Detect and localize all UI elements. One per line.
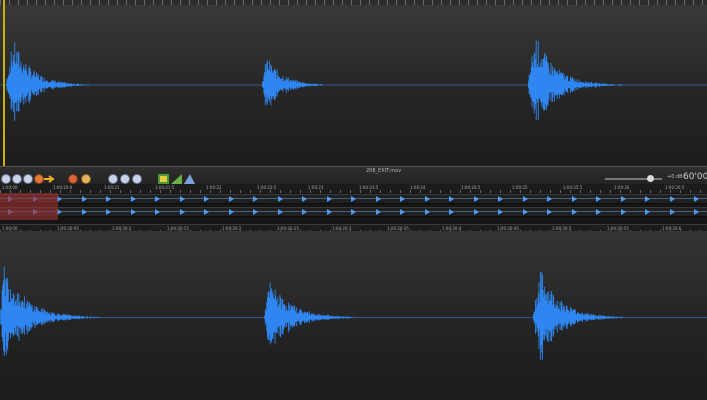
marker-arrow[interactable]: [155, 196, 160, 202]
marker-arrow[interactable]: [228, 209, 234, 215]
marker-arrow[interactable]: [326, 196, 332, 202]
marker-arrow[interactable]: [449, 209, 454, 215]
marker-arrow[interactable]: [351, 209, 356, 215]
marker-orange-icon[interactable]: [81, 174, 91, 184]
marker-arrow[interactable]: [302, 196, 307, 202]
marker-arrow[interactable]: [522, 209, 528, 215]
marker-arrow[interactable]: [694, 209, 699, 215]
marker-arrow[interactable]: [277, 209, 283, 215]
zoom-label: 60'00": [683, 172, 707, 182]
ruler-tick-label: 1:00:21:5: [155, 185, 175, 190]
marker-arrow[interactable]: [253, 196, 258, 202]
marker-arrow[interactable]: [400, 196, 405, 202]
marker-arrow[interactable]: [694, 196, 699, 202]
marker-arrow[interactable]: [204, 209, 209, 215]
marker-arrow[interactable]: [81, 196, 87, 202]
marker-arrow[interactable]: [375, 196, 381, 202]
marker-arrow[interactable]: [130, 196, 136, 202]
ruler-tick-label: 1:00:24: [410, 185, 426, 190]
marker-arrow[interactable]: [130, 209, 136, 215]
marker-arrow[interactable]: [669, 209, 675, 215]
marker-arrow[interactable]: [620, 209, 626, 215]
marker-arrow[interactable]: [424, 196, 430, 202]
marker-arrow[interactable]: [547, 196, 552, 202]
marker-arrow[interactable]: [669, 196, 675, 202]
level-icon[interactable]: [171, 174, 182, 184]
marker-arrow[interactable]: [204, 196, 209, 202]
marker-arrow[interactable]: [155, 209, 160, 215]
waveform-overview[interactable]: [0, 0, 707, 166]
selection-region[interactable]: [0, 193, 58, 220]
marker-arrow[interactable]: [302, 209, 307, 215]
marker-arrow[interactable]: [81, 209, 87, 215]
gain-label: +0 dB: [667, 174, 683, 180]
marker-arrow[interactable]: [253, 209, 258, 215]
waveform-top: [0, 40, 707, 121]
marker-track-1[interactable]: [0, 194, 707, 204]
ruler-tick-label: 1:00:23:5: [359, 185, 379, 190]
marker-arrow[interactable]: [277, 196, 283, 202]
record-icon[interactable]: [34, 174, 44, 184]
marker-arrow[interactable]: [400, 209, 405, 215]
marker-arrow[interactable]: [228, 196, 234, 202]
playhead-cursor[interactable]: [3, 0, 5, 166]
marker-arrow[interactable]: [498, 209, 503, 215]
ruler-tick-label: 1:00:26:5: [665, 185, 685, 190]
marker-tracks[interactable]: [0, 193, 707, 224]
zoom-fit-icon[interactable]: [132, 174, 142, 184]
marker-arrow[interactable]: [473, 196, 479, 202]
marker-arrow[interactable]: [522, 196, 528, 202]
marker-arrow[interactable]: [620, 196, 626, 202]
marker-arrow[interactable]: [106, 209, 111, 215]
marker-arrow[interactable]: [449, 196, 454, 202]
ruler-tick-label: 1:00:26: [614, 185, 630, 190]
marker-red-icon[interactable]: [68, 174, 78, 184]
waveform-bottom: [0, 266, 707, 361]
marker-arrow[interactable]: [498, 196, 503, 202]
zoom-in-icon[interactable]: [108, 174, 118, 184]
marker-arrow[interactable]: [571, 196, 577, 202]
marker-arrow[interactable]: [596, 209, 601, 215]
meter-icon[interactable]: [184, 174, 195, 184]
marker-arrow[interactable]: [351, 196, 356, 202]
marker-arrow[interactable]: [326, 209, 332, 215]
marker-arrow[interactable]: [179, 209, 185, 215]
marker-arrow[interactable]: [106, 196, 111, 202]
file-name: 208_EXIT.mov: [366, 168, 402, 174]
marker-arrow[interactable]: [179, 196, 185, 202]
gain-slider-knob[interactable]: [647, 175, 654, 182]
spectrum-icon[interactable]: [158, 174, 169, 184]
pause-icon[interactable]: [23, 174, 33, 184]
marker-arrow[interactable]: [547, 209, 552, 215]
marker-arrow[interactable]: [473, 209, 479, 215]
marker-arrow[interactable]: [375, 209, 381, 215]
waveform-detail[interactable]: [0, 231, 707, 400]
ruler-tick-label: 1:00:21: [104, 185, 120, 190]
marker-track-2[interactable]: [0, 207, 707, 217]
marker-arrow[interactable]: [571, 209, 577, 215]
zoom-out-icon[interactable]: [120, 174, 130, 184]
rewind-icon[interactable]: [12, 174, 22, 184]
marker-arrow[interactable]: [645, 209, 650, 215]
play-icon[interactable]: [1, 174, 11, 184]
marker-arrow[interactable]: [645, 196, 650, 202]
arrow-right-icon[interactable]: [44, 174, 55, 184]
marker-arrow[interactable]: [596, 196, 601, 202]
marker-arrow[interactable]: [424, 209, 430, 215]
